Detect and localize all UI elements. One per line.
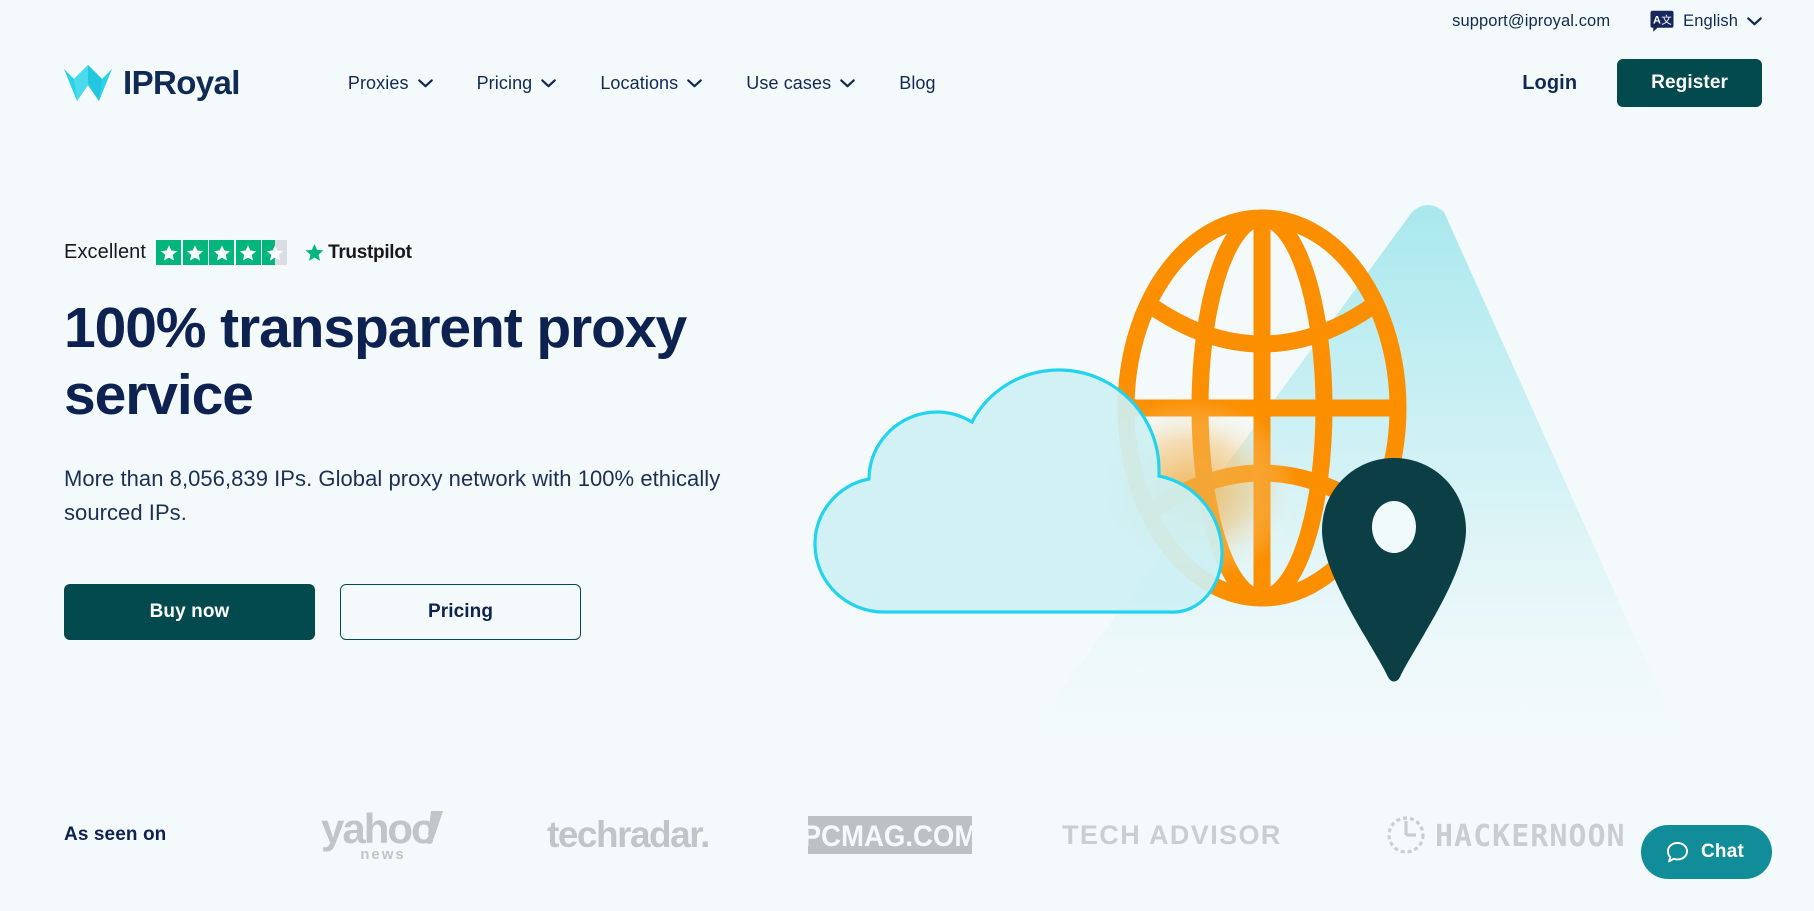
language-selector[interactable]: A 文 English [1650,10,1762,32]
svg-text:news: news [360,846,406,863]
hero-cta-row: Buy now Pricing [64,583,884,640]
pricing-button[interactable]: Pricing [340,583,581,640]
nav-item-proxies[interactable]: Proxies [326,63,455,104]
nav-item-pricing[interactable]: Pricing [455,63,579,104]
nav-label: Use cases [746,72,832,93]
hero-subtitle: More than 8,056,839 IPs. Global proxy ne… [64,466,721,526]
glow-blur [1082,398,1298,582]
language-label: English [1683,11,1738,30]
press-logo-yahoo-news: yahoo news [321,807,457,863]
mountain-shape [1010,205,1690,760]
login-link[interactable]: Login [1508,64,1591,103]
as-seen-on-section: As seen on yahoo news techradar. PCMAG.C… [64,800,1750,870]
trustpilot-stars [156,240,288,265]
half-star-icon [262,240,288,265]
support-email-link[interactable]: support@iproyal.com [1452,12,1610,31]
star-icon [209,240,235,265]
register-button[interactable]: Register [1617,59,1762,107]
trustpilot-rating[interactable]: Excellent Trustpilot [64,240,412,265]
svg-text:techradar.: techradar. [547,814,709,855]
press-logo-pcmag: PCMAG.COM [808,816,973,854]
nav-label: Blog [899,72,936,93]
nav-item-locations[interactable]: Locations [578,63,724,104]
svg-text:TECH ADVISOR: TECH ADVISOR [1062,820,1282,850]
trustpilot-wordmark: Trustpilot [328,241,412,263]
nav-item-blog[interactable]: Blog [877,63,957,104]
utility-bar: support@iproyal.com A 文 English [0,0,1814,42]
nav-label: Proxies [347,72,409,93]
star-icon [235,240,261,265]
nav-label: Locations [600,72,679,93]
main-navigation: IPRoyal Proxies Pricing Locations Use ca… [0,52,1814,114]
press-logo-tech-advisor: TECH ADVISOR [1062,818,1296,852]
brand-logo-link[interactable]: IPRoyal [64,64,240,102]
chat-widget-button[interactable]: Chat [1640,825,1772,879]
chat-widget-label: Chat [1700,841,1744,862]
map-pin-icon [1322,458,1466,682]
nav-link-list: Proxies Pricing Locations Use cases Blog [326,63,958,104]
as-seen-on-label: As seen on [64,824,167,845]
chevron-down-icon [687,78,703,87]
svg-text:HACKERNOON: HACKERNOON [1435,819,1626,854]
svg-text:A: A [1653,15,1661,27]
chevron-down-icon [541,78,557,87]
star-icon [156,240,182,265]
nav-actions: Login Register [1508,59,1762,107]
translate-icon: A 文 [1650,10,1674,32]
svg-text:文: 文 [1661,13,1672,26]
globe-icon [1117,209,1407,607]
chevron-down-icon [417,78,433,87]
trustpilot-logo: Trustpilot [305,242,412,264]
chevron-down-icon [1747,16,1762,25]
page-root: support@iproyal.com A 文 English IPRoyal [0,0,1814,911]
star-icon [182,240,208,265]
svg-text:PCMAG.COM: PCMAG.COM [808,820,972,853]
trustpilot-star-icon [305,243,324,261]
press-logo-techradar: techradar. [547,813,719,857]
press-logo-strip: yahoo news techradar. PCMAG.COM TECH ADV… [166,807,1750,863]
page-title: 100% transparent proxy service [64,296,687,427]
chevron-down-icon [840,78,856,87]
trustpilot-rating-word: Excellent [64,241,147,263]
nav-label: Pricing [476,72,533,93]
nav-item-use-cases[interactable]: Use cases [724,63,877,104]
chat-bubble-icon [1667,841,1688,862]
buy-now-button[interactable]: Buy now [64,583,315,640]
hero-section: Excellent Trustpilot 100% transparent pr… [64,240,884,640]
iproyal-crown-logo [64,65,112,101]
brand-name: IPRoyal [123,64,240,101]
map-pin-hole [1372,501,1416,553]
